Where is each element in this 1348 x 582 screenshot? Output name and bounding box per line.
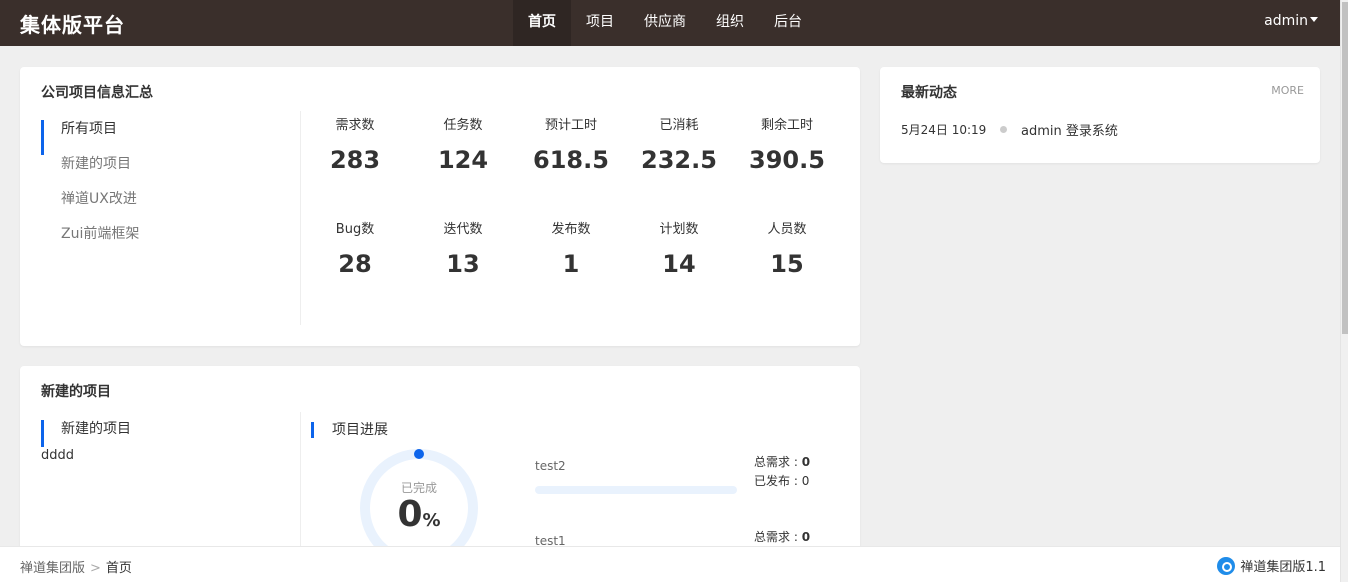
project-filter-item[interactable]: 新建的项目 (41, 155, 281, 190)
meta-value: 0 (801, 455, 811, 469)
stat-tasks: 任务数 124 (409, 114, 517, 176)
caret-down-icon (1310, 17, 1318, 22)
stat-label: 需求数 (335, 118, 375, 133)
company-summary-panel: 公司项目信息汇总 所有项目 新建的项目 禅道UX改进 Zui前端框架 需求数 28… (20, 67, 860, 346)
project-filter-list: 所有项目 新建的项目 禅道UX改进 Zui前端框架 (41, 120, 281, 260)
user-name: admin (1264, 13, 1308, 29)
new-project-panel: 新建的项目 新建的项目 dddd 项目进展 已完成 0% test2 总需求 :… (20, 366, 860, 556)
panel-title: 最新动态 (901, 85, 957, 101)
meta-total-requirements: 总需求 : 0 (754, 528, 810, 547)
user-menu[interactable]: admin (1264, 13, 1318, 29)
meta-total-requirements: 总需求 : 0 (754, 453, 810, 472)
meta-label: 总需求 : (754, 530, 802, 544)
stat-value: 232.5 (641, 146, 717, 174)
zentao-logo-icon (1217, 556, 1236, 575)
more-link[interactable]: MORE (1271, 84, 1304, 97)
meta-label: 已发布 : (754, 474, 802, 488)
stat-plans: 计划数 14 (625, 218, 733, 280)
stat-label: 已消耗 (659, 118, 699, 133)
stat-members: 人员数 15 (733, 218, 841, 280)
stat-label: 发布数 (551, 222, 591, 237)
stat-value: 28 (338, 250, 372, 278)
stat-requirements: 需求数 283 (301, 114, 409, 176)
stat-releases: 发布数 1 (517, 218, 625, 280)
stat-label: 剩余工时 (760, 118, 813, 133)
breadcrumb-separator: > (90, 561, 101, 576)
stat-bugs: Bug数 28 (301, 218, 409, 280)
stat-label: 计划数 (659, 222, 699, 237)
stats-grid: 需求数 283 任务数 124 预计工时 618.5 已消耗 232.5 剩余工时 390… (301, 114, 841, 280)
meta-released: 已发布 : 0 (754, 472, 810, 491)
vertical-scrollbar[interactable] (1340, 0, 1348, 582)
nav-item-project[interactable]: 项目 (571, 0, 629, 46)
stat-value: 15 (770, 250, 804, 278)
progress-ring-marker (414, 449, 424, 459)
project-name: test2 (535, 459, 566, 473)
activity-time: 5月24日 10:19 (901, 123, 987, 137)
nav-item-supplier[interactable]: 供应商 (629, 0, 701, 46)
divider (300, 412, 301, 556)
nav-item-admin[interactable]: 后台 (759, 0, 817, 46)
stat-value: 124 (437, 146, 489, 174)
latest-activity-panel: 最新动态 MORE 5月24日 10:19 admin 登录系统 (880, 67, 1320, 163)
project-filter-item[interactable]: 所有项目 (41, 120, 281, 155)
panel-title: 新建的项目 (41, 384, 111, 400)
stat-value: 1 (562, 250, 580, 278)
main-nav: 首页 项目 供应商 组织 后台 (513, 0, 817, 46)
project-side-list: 新建的项目 (41, 420, 281, 447)
ring-unit: % (422, 510, 441, 531)
breadcrumb: 禅道集团版 > 首页 (20, 557, 132, 576)
stat-label: 预计工时 (544, 118, 597, 133)
stat-label: Bug数 (335, 222, 375, 237)
stat-remaining-hours: 剩余工时 390.5 (733, 114, 841, 176)
meta-value: 0 (801, 474, 810, 488)
meta-label: 总需求 : (754, 455, 802, 469)
project-meta: 总需求 : 0 已发布 : 0 (754, 453, 810, 491)
meta-value: 0 (801, 530, 811, 544)
nav-item-organization[interactable]: 组织 (701, 0, 759, 46)
nav-item-home[interactable]: 首页 (513, 0, 571, 46)
stat-label: 迭代数 (443, 222, 483, 237)
stat-label: 人员数 (767, 222, 807, 237)
breadcrumb-current: 首页 (105, 561, 132, 576)
progress-title: 项目进展 (311, 422, 388, 438)
stat-value: 14 (662, 250, 696, 278)
version-info[interactable]: 禅道集团版1.1 (1217, 556, 1326, 575)
footer-bar: 禅道集团版 > 首页 禅道集团版1.1 (0, 546, 1340, 582)
top-navbar: 集体版平台 首页 项目 供应商 组织 后台 admin (0, 0, 1340, 46)
stat-estimated-hours: 预计工时 618.5 (517, 114, 625, 176)
stat-value: 13 (446, 250, 480, 278)
ring-number: 0 (397, 494, 423, 535)
project-meta: 总需求 : 0 (754, 528, 810, 547)
ring-value: 0% (359, 494, 479, 535)
project-progress-bar (535, 486, 737, 494)
stat-value: 390.5 (749, 146, 825, 174)
stat-value: 618.5 (533, 146, 609, 174)
activity-item[interactable]: 5月24日 10:19 admin 登录系统 (901, 120, 1118, 139)
stat-consumed: 已消耗 232.5 (625, 114, 733, 176)
project-sub-item[interactable]: dddd (41, 448, 74, 463)
scrollbar-thumb[interactable] (1342, 2, 1348, 334)
app-brand[interactable]: 集体版平台 (20, 9, 125, 38)
version-text: 禅道集团版1.1 (1240, 560, 1326, 575)
activity-text: admin 登录系统 (1021, 124, 1118, 139)
stat-label: 任务数 (443, 118, 483, 133)
stat-value: 283 (329, 146, 381, 174)
stat-iterations: 迭代数 13 (409, 218, 517, 280)
panel-title: 公司项目信息汇总 (41, 85, 153, 101)
project-filter-item[interactable]: Zui前端框架 (41, 225, 281, 260)
timeline-dot-icon (1000, 126, 1007, 133)
project-side-item[interactable]: 新建的项目 (41, 420, 281, 447)
project-filter-item[interactable]: 禅道UX改进 (41, 190, 281, 225)
breadcrumb-link[interactable]: 禅道集团版 (20, 561, 85, 576)
project-progress-item[interactable]: test2 (535, 459, 737, 494)
